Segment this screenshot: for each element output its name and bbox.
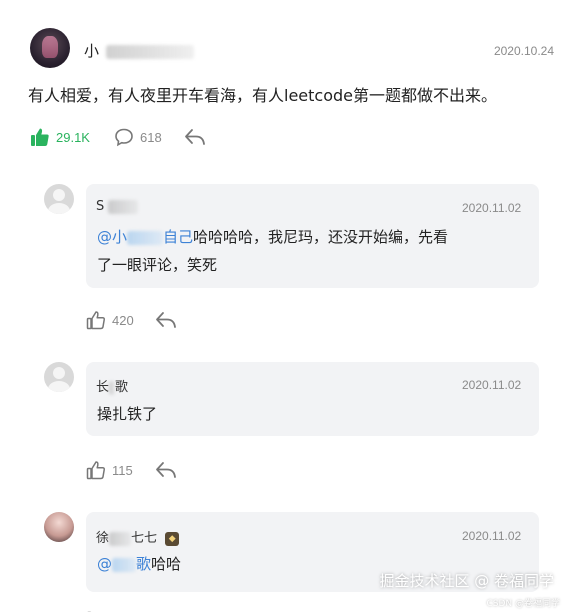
like-button[interactable]: 115 [86, 460, 133, 480]
watermark: 掘金技术社区 @ 卷福同学 [379, 572, 554, 590]
comment-date: 2020.10.24 [493, 44, 554, 58]
comment-author[interactable]: 小 [84, 40, 194, 61]
like-button[interactable] [86, 604, 106, 612]
avatar[interactable] [30, 28, 70, 68]
reply-author[interactable]: S [96, 199, 139, 214]
reply-button[interactable] [155, 460, 177, 480]
reply-author[interactable]: 长歌 [96, 376, 128, 395]
reply-text: @ 歌哈哈 [97, 550, 181, 578]
thumbs-up-icon [86, 461, 106, 480]
comment-count: 618 [140, 129, 162, 145]
redacted-name [108, 199, 139, 214]
reply-author[interactable]: 徐 七七 ◆ [96, 527, 180, 546]
like-count: 115 [112, 462, 133, 478]
reply-date: 2020.11.02 [462, 201, 522, 215]
avatar[interactable] [44, 512, 74, 542]
author-name: S [96, 199, 105, 214]
watermark-small: CSDN @卷福同学 [486, 599, 560, 609]
author-name-suffix: 歌 [115, 380, 129, 395]
thumbs-up-icon [31, 128, 49, 146]
reply-text: 操扎铁了 [97, 405, 158, 423]
share-button[interactable] [184, 127, 206, 147]
like-button[interactable]: 420 [86, 310, 134, 330]
reply-text-line: 哈哈 [151, 555, 182, 573]
avatar[interactable] [44, 362, 74, 392]
thumbs-up-icon [87, 611, 92, 612]
mention-link[interactable]: @ 歌 [97, 555, 151, 573]
reply-button[interactable] [155, 310, 177, 330]
comment-button[interactable]: 618 [114, 127, 162, 147]
like-count: 420 [112, 312, 134, 328]
redacted-name [109, 531, 132, 546]
redacted-name [109, 380, 116, 395]
reply-arrow-icon [156, 462, 176, 478]
author-name: 徐 [96, 531, 110, 546]
comment-icon [115, 128, 133, 147]
reply-arrow-icon [156, 312, 176, 328]
reply-text-line: 了一眼评论，笑死 [97, 256, 218, 274]
author-name-suffix: 七七 [131, 531, 158, 546]
like-button[interactable]: 29.1K [30, 127, 90, 147]
thumbs-up-icon [86, 311, 106, 330]
comment-text: 有人相爱，有人夜里开车看海，有人leetcode第一题都做不出来。 [28, 86, 497, 105]
reply-text: @小 自己哈哈哈哈，我尼玛，还没开始编，先看 了一眼评论，笑死 [97, 223, 527, 279]
avatar[interactable] [44, 184, 74, 214]
mention-link[interactable]: @小 自己 [97, 228, 193, 246]
author-name: 小 [84, 42, 101, 60]
author-name: 长 [96, 380, 110, 395]
like-count: 29.1K [56, 129, 90, 145]
reply-text-line: 哈哈哈哈，我尼玛，还没开始编，先看 [193, 228, 449, 246]
level-badge-icon: ◆ [165, 531, 180, 546]
redacted-name [105, 44, 194, 59]
reply-date: 2020.11.02 [462, 378, 522, 392]
share-icon [185, 129, 205, 145]
reply-date: 2020.11.02 [462, 529, 522, 543]
